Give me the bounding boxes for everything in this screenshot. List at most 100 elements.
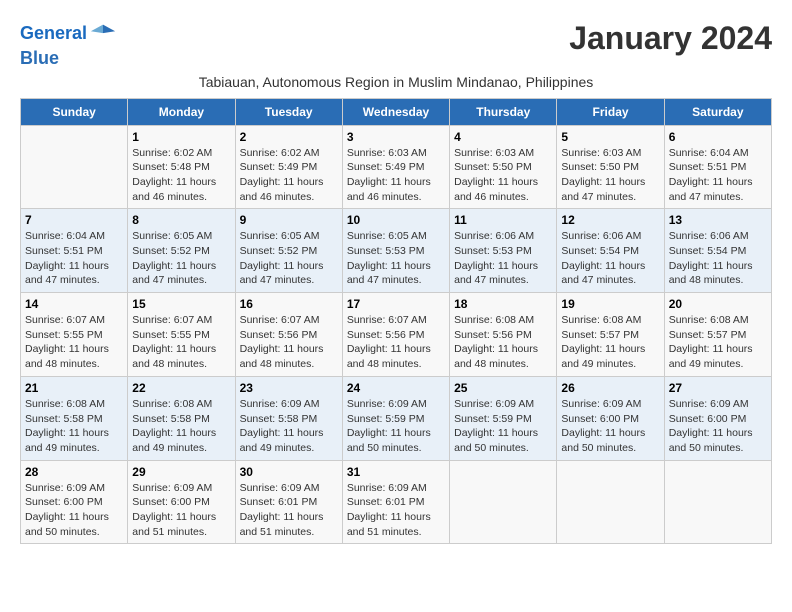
day-of-week-friday: Friday — [557, 98, 664, 125]
day-number: 4 — [454, 130, 552, 144]
day-of-week-tuesday: Tuesday — [235, 98, 342, 125]
calendar-cell: 6 Sunrise: 6:04 AMSunset: 5:51 PMDaylight… — [664, 125, 771, 209]
calendar-cell: 16Sunrise: 6:07 AMSunset: 5:56 PMDayligh… — [235, 293, 342, 377]
calendar-cell: 20Sunrise: 6:08 AMSunset: 5:57 PMDayligh… — [664, 293, 771, 377]
day-number: 26 — [561, 381, 659, 395]
calendar-cell: 24 Sunrise: 6:09 AMSunset: 5:59 PMDayligh… — [342, 376, 449, 460]
day-info: Sunrise: 6:02 AMSunset: 5:49 PMDaylight:… — [240, 146, 338, 205]
days-of-week-row: SundayMondayTuesdayWednesdayThursdayFrid… — [21, 98, 772, 125]
day-number: 8 — [132, 213, 230, 227]
day-info: Sunrise: 6:09 AMSunset: 5:58 PMDaylight:… — [240, 397, 338, 456]
logo-general: General — [20, 23, 87, 43]
day-info: Sunrise: 6:03 AMSunset: 5:50 PMDaylight:… — [454, 146, 552, 205]
logo-text: General Blue — [20, 20, 117, 70]
logo: General Blue — [20, 20, 117, 70]
day-info: Sunrise: 6:06 AMSunset: 5:54 PMDaylight:… — [561, 229, 659, 288]
day-number: 28 — [25, 465, 123, 479]
day-info: Sunrise: 6:08 AMSunset: 5:57 PMDaylight:… — [561, 313, 659, 372]
day-info: Sunrise: 6:07 AMSunset: 5:56 PMDaylight:… — [240, 313, 338, 372]
day-info: Sunrise: 6:04 AMSunset: 5:51 PMDaylight:… — [25, 229, 123, 288]
day-info: Sunrise: 6:02 AMSunset: 5:48 PMDaylight:… — [132, 146, 230, 205]
calendar-cell: 28 Sunrise: 6:09 AMSunset: 6:00 PMDayligh… — [21, 460, 128, 544]
calendar-cell: 10 Sunrise: 6:05 AMSunset: 5:53 PMDayligh… — [342, 209, 449, 293]
calendar-cell: 30 Sunrise: 6:09 AMSunset: 6:01 PMDayligh… — [235, 460, 342, 544]
calendar-cell: 25 Sunrise: 6:09 AMSunset: 5:59 PMDayligh… — [450, 376, 557, 460]
calendar-cell: 26Sunrise: 6:09 AMSunset: 6:00 PMDayligh… — [557, 376, 664, 460]
day-info: Sunrise: 6:08 AMSunset: 5:56 PMDaylight:… — [454, 313, 552, 372]
day-of-week-saturday: Saturday — [664, 98, 771, 125]
day-info: Sunrise: 6:05 AMSunset: 5:53 PMDaylight:… — [347, 229, 445, 288]
calendar-cell: 11Sunrise: 6:06 AMSunset: 5:53 PMDayligh… — [450, 209, 557, 293]
calendar-cell: 22 Sunrise: 6:08 AMSunset: 5:58 PMDayligh… — [128, 376, 235, 460]
calendar-cell: 23 Sunrise: 6:09 AMSunset: 5:58 PMDayligh… — [235, 376, 342, 460]
calendar-week-5: 28 Sunrise: 6:09 AMSunset: 6:00 PMDayligh… — [21, 460, 772, 544]
day-number: 27 — [669, 381, 767, 395]
calendar-cell — [21, 125, 128, 209]
calendar-cell: 31Sunrise: 6:09 AMSunset: 6:01 PMDayligh… — [342, 460, 449, 544]
calendar-cell: 3Sunrise: 6:03 AMSunset: 5:49 PMDaylight… — [342, 125, 449, 209]
calendar-cell: 12Sunrise: 6:06 AMSunset: 5:54 PMDayligh… — [557, 209, 664, 293]
day-info: Sunrise: 6:06 AMSunset: 5:53 PMDaylight:… — [454, 229, 552, 288]
day-info: Sunrise: 6:09 AMSunset: 6:01 PMDaylight:… — [347, 481, 445, 540]
calendar-cell: 5 Sunrise: 6:03 AMSunset: 5:50 PMDaylight… — [557, 125, 664, 209]
day-number: 30 — [240, 465, 338, 479]
day-info: Sunrise: 6:09 AMSunset: 6:00 PMDaylight:… — [25, 481, 123, 540]
day-info: Sunrise: 6:04 AMSunset: 5:51 PMDaylight:… — [669, 146, 767, 205]
day-info: Sunrise: 6:09 AMSunset: 5:59 PMDaylight:… — [347, 397, 445, 456]
day-number: 24 — [347, 381, 445, 395]
day-info: Sunrise: 6:08 AMSunset: 5:58 PMDaylight:… — [25, 397, 123, 456]
day-info: Sunrise: 6:09 AMSunset: 6:00 PMDaylight:… — [669, 397, 767, 456]
calendar-cell: 1 Sunrise: 6:02 AMSunset: 5:48 PMDaylight… — [128, 125, 235, 209]
calendar-cell — [450, 460, 557, 544]
calendar-cell: 2 Sunrise: 6:02 AMSunset: 5:49 PMDaylight… — [235, 125, 342, 209]
day-info: Sunrise: 6:08 AMSunset: 5:58 PMDaylight:… — [132, 397, 230, 456]
day-number: 2 — [240, 130, 338, 144]
logo-bird-icon — [89, 20, 117, 48]
calendar-cell: 17 Sunrise: 6:07 AMSunset: 5:56 PMDayligh… — [342, 293, 449, 377]
calendar-cell: 4 Sunrise: 6:03 AMSunset: 5:50 PMDaylight… — [450, 125, 557, 209]
day-number: 22 — [132, 381, 230, 395]
day-number: 1 — [132, 130, 230, 144]
calendar-subtitle: Tabiauan, Autonomous Region in Muslim Mi… — [20, 74, 772, 90]
logo-blue: Blue — [20, 48, 59, 68]
calendar-table: SundayMondayTuesdayWednesdayThursdayFrid… — [20, 98, 772, 545]
calendar-cell: 13Sunrise: 6:06 AMSunset: 5:54 PMDayligh… — [664, 209, 771, 293]
calendar-cell: 19 Sunrise: 6:08 AMSunset: 5:57 PMDayligh… — [557, 293, 664, 377]
day-number: 15 — [132, 297, 230, 311]
day-info: Sunrise: 6:05 AMSunset: 5:52 PMDaylight:… — [240, 229, 338, 288]
day-info: Sunrise: 6:05 AMSunset: 5:52 PMDaylight:… — [132, 229, 230, 288]
day-number: 19 — [561, 297, 659, 311]
day-number: 9 — [240, 213, 338, 227]
calendar-cell — [664, 460, 771, 544]
page-header: General Blue January 2024 — [20, 20, 772, 70]
calendar-cell: 15Sunrise: 6:07 AMSunset: 5:55 PMDayligh… — [128, 293, 235, 377]
day-info: Sunrise: 6:09 AMSunset: 5:59 PMDaylight:… — [454, 397, 552, 456]
day-number: 3 — [347, 130, 445, 144]
calendar-cell: 8 Sunrise: 6:05 AMSunset: 5:52 PMDaylight… — [128, 209, 235, 293]
day-number: 5 — [561, 130, 659, 144]
day-number: 23 — [240, 381, 338, 395]
day-of-week-sunday: Sunday — [21, 98, 128, 125]
calendar-cell — [557, 460, 664, 544]
calendar-header: SundayMondayTuesdayWednesdayThursdayFrid… — [21, 98, 772, 125]
day-number: 7 — [25, 213, 123, 227]
day-number: 29 — [132, 465, 230, 479]
calendar-week-3: 14Sunrise: 6:07 AMSunset: 5:55 PMDayligh… — [21, 293, 772, 377]
calendar-cell: 7 Sunrise: 6:04 AMSunset: 5:51 PMDaylight… — [21, 209, 128, 293]
day-number: 6 — [669, 130, 767, 144]
calendar-cell: 9 Sunrise: 6:05 AMSunset: 5:52 PMDaylight… — [235, 209, 342, 293]
day-number: 21 — [25, 381, 123, 395]
day-number: 10 — [347, 213, 445, 227]
calendar-cell: 18Sunrise: 6:08 AMSunset: 5:56 PMDayligh… — [450, 293, 557, 377]
day-info: Sunrise: 6:03 AMSunset: 5:50 PMDaylight:… — [561, 146, 659, 205]
day-number: 25 — [454, 381, 552, 395]
day-number: 17 — [347, 297, 445, 311]
day-of-week-thursday: Thursday — [450, 98, 557, 125]
day-number: 14 — [25, 297, 123, 311]
day-info: Sunrise: 6:07 AMSunset: 5:56 PMDaylight:… — [347, 313, 445, 372]
day-info: Sunrise: 6:09 AMSunset: 6:00 PMDaylight:… — [132, 481, 230, 540]
day-number: 13 — [669, 213, 767, 227]
day-info: Sunrise: 6:09 AMSunset: 6:01 PMDaylight:… — [240, 481, 338, 540]
day-info: Sunrise: 6:08 AMSunset: 5:57 PMDaylight:… — [669, 313, 767, 372]
calendar-cell: 21 Sunrise: 6:08 AMSunset: 5:58 PMDayligh… — [21, 376, 128, 460]
